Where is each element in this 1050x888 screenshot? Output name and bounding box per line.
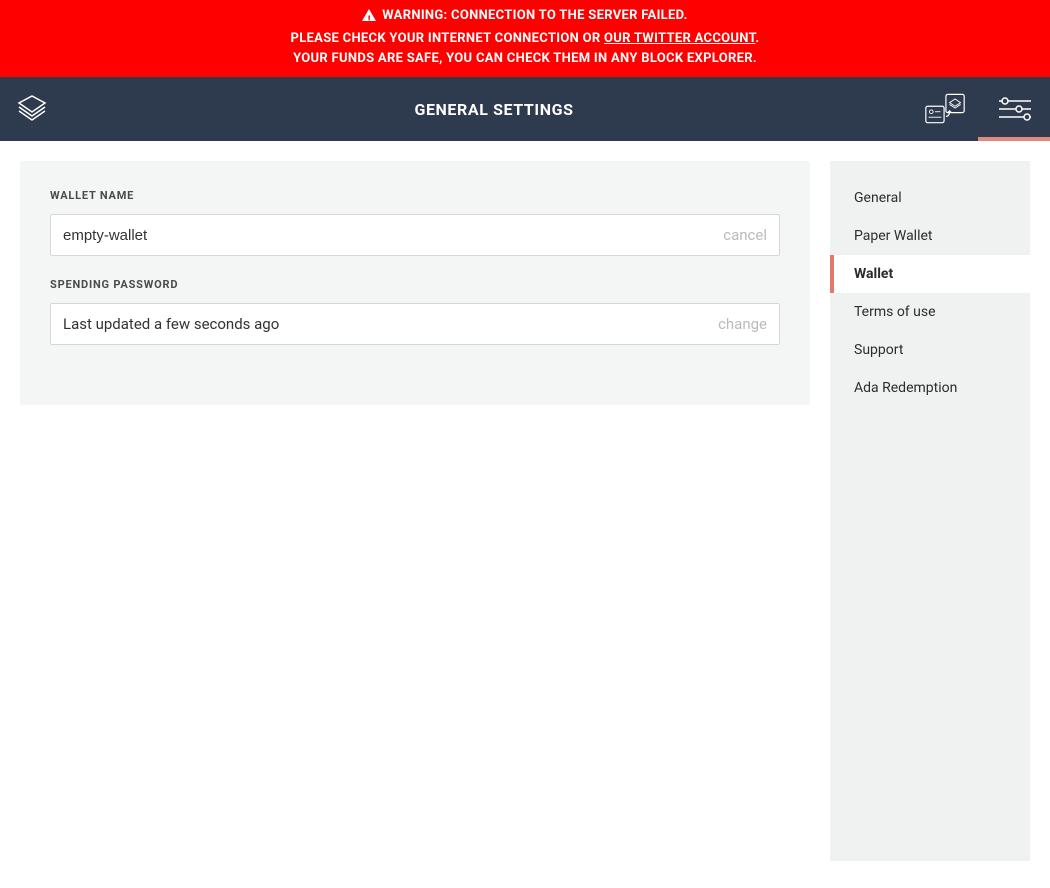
topbar: GENERAL SETTINGS — [0, 77, 1050, 141]
sidebar-item-ada-redemption[interactable]: Ada Redemption — [830, 369, 1030, 407]
warning-line2-prefix: PLEASE CHECK YOUR INTERNET CONNECTION OR — [291, 31, 605, 46]
change-button[interactable]: change — [718, 315, 767, 333]
warning-line1: WARNING: CONNECTION TO THE SERVER FAILED… — [382, 6, 687, 26]
sidebar-item-wallet[interactable]: Wallet — [830, 255, 1030, 293]
sidebar-item-general[interactable]: General — [830, 179, 1030, 217]
spending-password-label: SPENDING PASSWORD — [50, 278, 780, 291]
page-title: GENERAL SETTINGS — [64, 100, 924, 119]
spending-password-status: Last updated a few seconds ago — [63, 315, 718, 333]
settings-sidebar: General Paper Wallet Wallet Terms of use… — [830, 161, 1030, 861]
wallet-name-row: cancel — [50, 214, 780, 256]
spending-password-row: Last updated a few seconds ago change — [50, 303, 780, 345]
warning-line2-suffix: . — [755, 31, 759, 46]
sliders-icon — [999, 97, 1031, 121]
settings-card: WALLET NAME cancel SPENDING PASSWORD Las… — [20, 161, 810, 405]
settings-button[interactable] — [994, 77, 1036, 141]
warning-icon — [362, 9, 376, 21]
active-tab-indicator — [978, 137, 1050, 141]
logo-icon — [17, 94, 47, 124]
paper-wallet-button[interactable] — [924, 77, 966, 141]
wallet-name-label: WALLET NAME — [50, 189, 780, 202]
twitter-link[interactable]: OUR TWITTER ACCOUNT — [604, 31, 755, 46]
paper-wallet-icon — [924, 92, 966, 126]
warning-line3: YOUR FUNDS ARE SAFE, YOU CAN CHECK THEM … — [0, 49, 1050, 69]
warning-banner: WARNING: CONNECTION TO THE SERVER FAILED… — [0, 0, 1050, 77]
wallet-name-input[interactable] — [63, 227, 723, 244]
sidebar-item-support[interactable]: Support — [830, 331, 1030, 369]
cancel-button[interactable]: cancel — [723, 226, 767, 244]
sidebar-item-paper-wallet[interactable]: Paper Wallet — [830, 217, 1030, 255]
sidebar-item-terms-of-use[interactable]: Terms of use — [830, 293, 1030, 331]
app-logo[interactable] — [0, 94, 64, 124]
